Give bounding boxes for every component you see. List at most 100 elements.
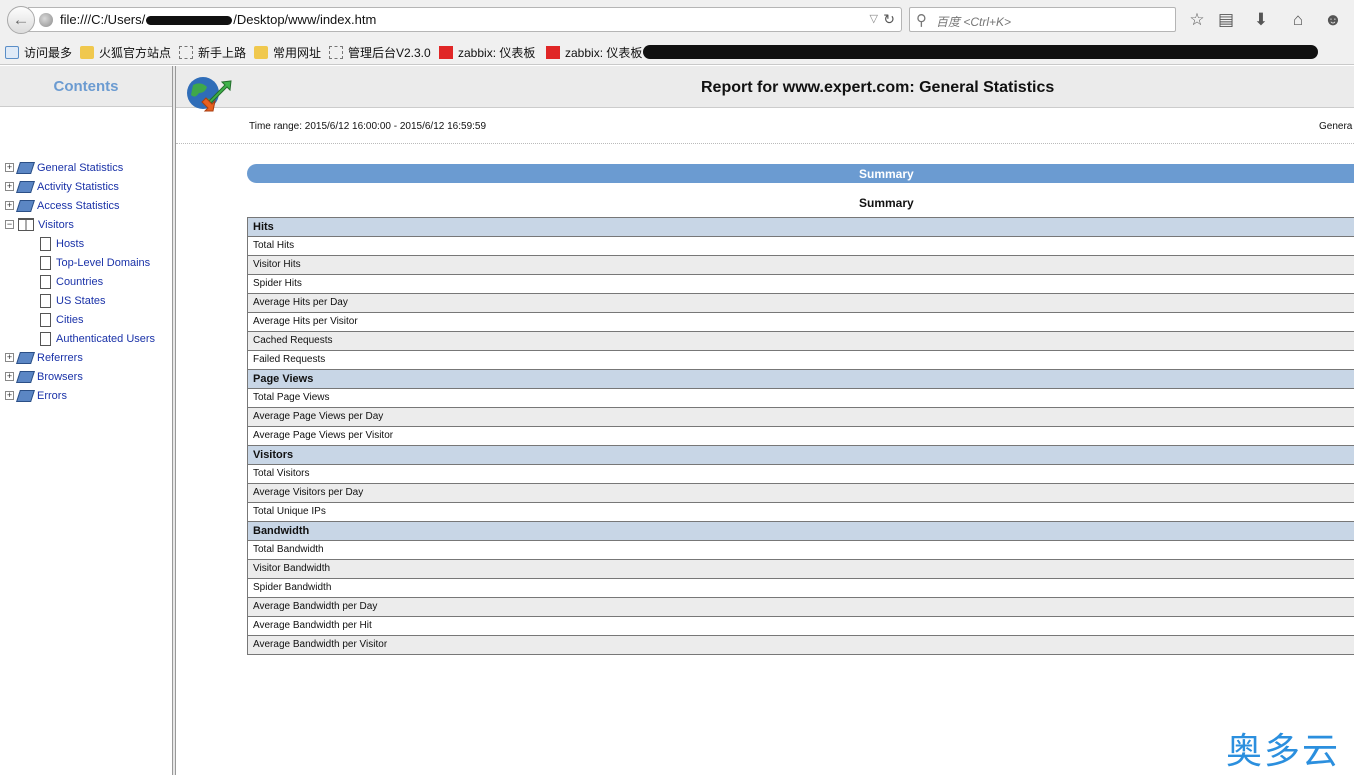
tree-label: Cities bbox=[56, 313, 84, 326]
tree-item-visitors[interactable]: − Visitors bbox=[5, 215, 74, 234]
page-icon bbox=[40, 331, 51, 346]
tree-item-hosts[interactable]: Hosts bbox=[40, 234, 84, 253]
page-icon bbox=[40, 236, 51, 251]
tree-label: Activity Statistics bbox=[37, 180, 119, 193]
time-range: Time range: 2015/6/12 16:00:00 - 2015/6/… bbox=[249, 121, 487, 132]
table-row: Spider Bandwidth bbox=[248, 579, 1354, 598]
dashed-page-icon bbox=[179, 46, 193, 59]
table-row: Visitor Bandwidth bbox=[248, 560, 1354, 579]
book-icon bbox=[16, 351, 35, 364]
search-icon: ⚲ bbox=[916, 12, 927, 29]
expand-icon[interactable]: + bbox=[5, 353, 14, 362]
table-group-header: Page Views bbox=[248, 370, 1354, 389]
tree-item-activity-statistics[interactable]: + Activity Statistics bbox=[5, 177, 119, 196]
back-button[interactable]: ← bbox=[7, 6, 35, 34]
home-icon[interactable]: ⌂ bbox=[1287, 9, 1309, 31]
table-group-header: Hits bbox=[248, 218, 1354, 237]
table-row: Average Bandwidth per Hit bbox=[248, 617, 1354, 636]
tree-label: Hosts bbox=[56, 237, 85, 250]
table-row: Average Bandwidth per Visitor bbox=[248, 636, 1354, 655]
bookmark-item[interactable]: 访问最多 bbox=[5, 44, 72, 61]
tree-label: Referrers bbox=[37, 351, 83, 364]
tree-item-authenticated-users[interactable]: Authenticated Users bbox=[40, 329, 155, 348]
page-icon bbox=[40, 293, 51, 308]
bookmark-item[interactable]: 管理后台V2.3.0 bbox=[329, 44, 431, 61]
tree-item-cities[interactable]: Cities bbox=[40, 310, 84, 329]
page-icon bbox=[40, 312, 51, 327]
dashed-page-icon bbox=[329, 46, 343, 59]
expand-icon[interactable]: + bbox=[5, 182, 14, 191]
bookmark-item[interactable]: zabbix: 仪表板 bbox=[546, 44, 642, 61]
tree-label: Authenticated Users bbox=[56, 332, 156, 345]
bookmark-item[interactable]: 新手上路 bbox=[179, 44, 246, 61]
tree-label: Access Statistics bbox=[37, 199, 120, 212]
tree-item-general-statistics[interactable]: + General Statistics bbox=[5, 158, 123, 177]
expand-icon[interactable]: + bbox=[5, 372, 14, 381]
star-icon[interactable]: ☆ bbox=[1186, 9, 1208, 31]
bookmark-item[interactable]: zabbix: 仪表板 bbox=[439, 44, 535, 61]
dropdown-icon[interactable]: ▽ bbox=[870, 12, 878, 25]
tree-label: Browsers bbox=[37, 370, 83, 383]
table-group-header: Visitors bbox=[248, 446, 1354, 465]
bookmark-item[interactable]: 火狐官方站点 bbox=[80, 44, 171, 61]
page-icon bbox=[40, 255, 51, 270]
browser-toolbar: ← file:///C:/Users//Desktop/www/index.ht… bbox=[0, 0, 1354, 40]
tree-item-us-states[interactable]: US States bbox=[40, 291, 106, 310]
truncated-label: Genera bbox=[1319, 121, 1353, 132]
search-input[interactable]: ⚲ 百度 <Ctrl+K> bbox=[909, 7, 1176, 32]
tree-item-referrers[interactable]: + Referrers bbox=[5, 348, 83, 367]
search-placeholder: 百度 <Ctrl+K> bbox=[936, 15, 1012, 29]
expand-icon[interactable]: + bbox=[5, 391, 14, 400]
search-icon bbox=[5, 46, 19, 59]
chat-icon[interactable]: ☻ bbox=[1322, 9, 1344, 31]
bookmark-item[interactable]: 常用网址 bbox=[254, 44, 321, 61]
report-title: Report for www.expert.com: General Stati… bbox=[701, 79, 1055, 96]
download-icon[interactable]: ⬇ bbox=[1250, 9, 1272, 31]
tree-item-top-level-domains[interactable]: Top-Level Domains bbox=[40, 253, 150, 272]
expand-icon[interactable]: + bbox=[5, 163, 14, 172]
summary-table: Hits Total Hits Visitor Hits Spider Hits… bbox=[247, 217, 1354, 655]
table-row: Average Visitors per Day bbox=[248, 484, 1354, 503]
url-text: file:///C:/Users//Desktop/www/index.htm bbox=[60, 12, 377, 27]
collapse-icon[interactable]: − bbox=[5, 220, 14, 229]
expand-icon[interactable]: + bbox=[5, 201, 14, 210]
table-row: Average Hits per Day bbox=[248, 294, 1354, 313]
contents-title: Contents bbox=[53, 77, 119, 95]
table-row: Total Visitors bbox=[248, 465, 1354, 484]
folder-icon bbox=[254, 46, 268, 59]
reload-icon[interactable]: ↻ bbox=[883, 11, 895, 28]
contents-header: Contents bbox=[0, 66, 172, 107]
table-row: Average Bandwidth per Day bbox=[248, 598, 1354, 617]
book-icon bbox=[16, 180, 35, 193]
url-bar[interactable]: file:///C:/Users//Desktop/www/index.htm … bbox=[28, 7, 902, 32]
table-row: Average Page Views per Day bbox=[248, 408, 1354, 427]
book-icon bbox=[16, 199, 35, 212]
table-row: Failed Requests bbox=[248, 351, 1354, 370]
book-icon bbox=[16, 161, 35, 174]
tree-label: Countries bbox=[56, 275, 104, 288]
separator bbox=[176, 143, 1354, 144]
open-book-icon bbox=[18, 218, 34, 231]
zabbix-icon bbox=[546, 46, 560, 59]
summary-section-bar: Summary bbox=[247, 164, 1354, 183]
tree-label: Visitors bbox=[38, 218, 74, 231]
table-row: Total Hits bbox=[248, 237, 1354, 256]
tree-label: US States bbox=[56, 294, 106, 307]
tree-item-access-statistics[interactable]: + Access Statistics bbox=[5, 196, 120, 215]
tree-item-countries[interactable]: Countries bbox=[40, 272, 103, 291]
redaction-mark bbox=[643, 45, 1318, 59]
tree-label: Top-Level Domains bbox=[56, 256, 151, 269]
zabbix-icon bbox=[439, 46, 453, 59]
tree-item-errors[interactable]: + Errors bbox=[5, 386, 67, 405]
table-group-header: Bandwidth bbox=[248, 522, 1354, 541]
tree-label: Errors bbox=[37, 389, 67, 402]
tree-item-browsers[interactable]: + Browsers bbox=[5, 367, 83, 386]
table-row: Average Page Views per Visitor bbox=[248, 427, 1354, 446]
folder-icon bbox=[80, 46, 94, 59]
table-row: Total Page Views bbox=[248, 389, 1354, 408]
clipboard-icon[interactable]: ▤ bbox=[1215, 9, 1237, 31]
page-icon bbox=[40, 274, 51, 289]
table-row: Cached Requests bbox=[248, 332, 1354, 351]
table-row: Visitor Hits bbox=[248, 256, 1354, 275]
table-row: Spider Hits bbox=[248, 275, 1354, 294]
